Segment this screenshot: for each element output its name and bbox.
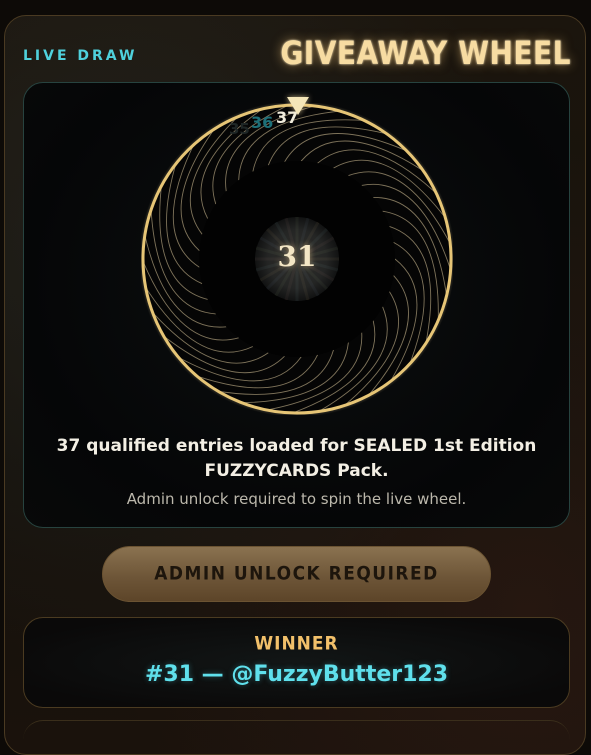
entries-text: 37 qualified entries loaded for SEALED 1… (56, 436, 537, 481)
pointer-icon (287, 97, 309, 115)
admin-unlock-button[interactable]: ADMIN UNLOCK REQUIRED (102, 546, 491, 602)
winner-label: WINNER (254, 633, 339, 655)
winner-name: #31 — @FuzzyButter123 (144, 662, 449, 687)
admin-note: Admin unlock required to spin the live w… (126, 490, 467, 508)
entries-status: 37 qualified entries loaded for SEALED 1… (23, 434, 570, 484)
wheel-center-number: 31 (277, 240, 317, 273)
live-draw-label: LIVE DRAW (23, 48, 138, 64)
wheel-number-36: 36 (251, 113, 274, 132)
next-card-edge (23, 720, 570, 741)
admin-unlock-label: ADMIN UNLOCK REQUIRED (154, 562, 439, 586)
wheel-number-35: 35 (229, 120, 250, 138)
page-title: GIVEAWAY WHEEL (280, 34, 571, 72)
